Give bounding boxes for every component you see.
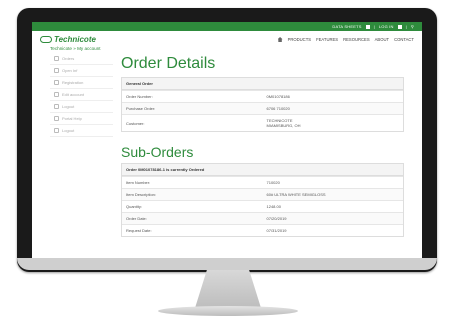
sidebar-item-orders[interactable]: Orders xyxy=(50,53,113,65)
sidebar-item-label: Registration xyxy=(62,80,84,85)
logo-mark-icon xyxy=(40,36,52,43)
divider: | xyxy=(405,24,407,29)
table-row: Order Number: 0M01078186 xyxy=(122,90,403,102)
table-row: Order Date: 07/20/2019 xyxy=(122,212,403,224)
info-icon xyxy=(54,68,59,73)
row-value: 07/31/2019 xyxy=(266,228,287,233)
nav-contact[interactable]: CONTACT xyxy=(394,37,414,42)
main-nav: PRODUCTS FEATURES RESOURCES ABOUT CONTAC… xyxy=(277,37,414,42)
row-label: Request Date: xyxy=(126,228,152,233)
monitor-stand xyxy=(195,270,261,308)
browser-screen: DATA SHEETS | LOG IN | ⚲ Technicote PROD… xyxy=(32,22,422,258)
table-row: Item Number: 710020 xyxy=(122,176,403,188)
top-utility-bar: DATA SHEETS | LOG IN | ⚲ xyxy=(32,22,422,31)
sidebar-item-label: Logout xyxy=(62,104,75,109)
row-value: 710020 xyxy=(266,180,280,185)
login-link[interactable]: LOG IN xyxy=(379,24,394,29)
technicote-logo[interactable]: Technicote xyxy=(40,35,96,44)
divider: | xyxy=(373,24,375,29)
sidebar-item-logout-2[interactable]: Logout xyxy=(50,125,113,137)
sidebar-item-open-info[interactable]: Open Inf xyxy=(50,65,113,77)
nav-products[interactable]: PRODUCTS xyxy=(288,37,312,42)
general-order-panel: General Order Order Number: 0M01078186 Pu… xyxy=(121,77,404,132)
monitor-chin xyxy=(17,258,437,270)
table-row: Customer: TECHNICOTE MIAMISBURG, OH xyxy=(122,114,403,131)
row-label: Quantity: xyxy=(126,204,143,209)
help-icon xyxy=(54,116,59,121)
table-row: Item Description: 60# ULTRA WHITE SEMIGLO… xyxy=(122,188,403,200)
table-row: Quantity: 1248.00 xyxy=(122,200,403,212)
sidebar-item-portal-help[interactable]: Portal Help xyxy=(50,113,113,125)
table-row: Request Date: 07/31/2019 xyxy=(122,224,403,236)
sidebar-item-registration[interactable]: Registration xyxy=(50,77,113,89)
edit-icon xyxy=(54,92,59,97)
row-label: Purchase Order: xyxy=(126,106,156,111)
sidebar-item-label: Logout xyxy=(62,128,75,133)
main-content: Order Details General Order Order Number… xyxy=(113,53,422,237)
row-label: Order Date: xyxy=(126,216,147,221)
sidebar-item-edit-account[interactable]: Edit account xyxy=(50,89,113,101)
page-title: Order Details xyxy=(121,55,216,72)
registration-icon xyxy=(54,80,59,85)
sub-orders-title: Sub-Orders xyxy=(121,144,194,160)
row-label: Customer: xyxy=(126,120,145,126)
table-row: Purchase Order: 6706 710020 xyxy=(122,102,403,114)
nav-resources[interactable]: RESOURCES xyxy=(343,37,370,42)
panel-heading: Order 0M01078186-1 is currently Ordered xyxy=(122,164,403,176)
nav-features[interactable]: FEATURES xyxy=(316,37,338,42)
sidebar-item-logout[interactable]: Logout xyxy=(50,101,113,113)
search-icon[interactable]: ⚲ xyxy=(411,24,414,29)
nav-about[interactable]: ABOUT xyxy=(375,37,389,42)
logout-icon xyxy=(54,104,59,109)
monitor-frame: DATA SHEETS | LOG IN | ⚲ Technicote PROD… xyxy=(17,8,437,272)
user-icon xyxy=(397,24,402,29)
sub-order-panel: Order 0M01078186-1 is currently Ordered … xyxy=(121,163,404,237)
panel-heading: General Order xyxy=(122,78,403,90)
row-value: 0M01078186 xyxy=(266,94,290,99)
document-icon xyxy=(365,24,370,29)
breadcrumb[interactable]: Technicote » My account xyxy=(32,46,422,51)
page-body: Orders Open Inf Registration Edit accoun… xyxy=(32,53,422,237)
row-value: 1248.00 xyxy=(266,204,281,209)
account-sidebar: Orders Open Inf Registration Edit accoun… xyxy=(50,53,113,237)
sidebar-item-label: Edit account xyxy=(62,92,85,97)
sidebar-item-label: Portal Help xyxy=(62,116,82,121)
row-label: Item Description: xyxy=(126,192,157,197)
orders-icon xyxy=(54,56,59,61)
data-sheets-link[interactable]: DATA SHEETS xyxy=(332,24,361,29)
logout-icon xyxy=(54,128,59,133)
row-value: 60# ULTRA WHITE SEMIGLOSS xyxy=(266,192,326,197)
row-value: 6706 710020 xyxy=(266,106,290,111)
row-label: Item Number: xyxy=(126,180,151,185)
sidebar-item-label: Open Inf xyxy=(62,68,78,73)
home-icon[interactable] xyxy=(277,37,283,42)
row-value: 07/20/2019 xyxy=(266,216,287,221)
row-label: Order Number: xyxy=(126,94,153,99)
logo-text: Technicote xyxy=(54,35,96,44)
sidebar-item-label: Orders xyxy=(62,56,75,61)
row-value: TECHNICOTE MIAMISBURG, OH xyxy=(266,118,301,128)
monitor-base xyxy=(158,306,298,316)
